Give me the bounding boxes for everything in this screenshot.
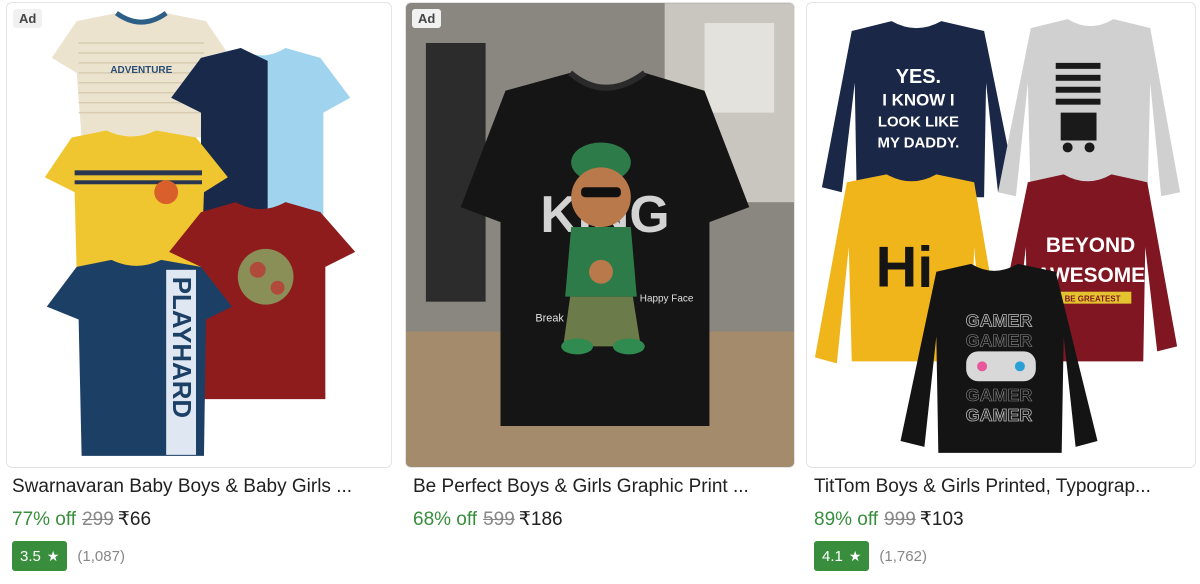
black-tshirt-image: KING Break Happy Face bbox=[406, 3, 794, 467]
beyond-print: BEYOND bbox=[1046, 234, 1135, 257]
star-icon: ★ bbox=[46, 548, 60, 564]
fullsleeve-set-image: YES. I KNOW I LOOK LIKE MY DADDY. Hi BEY… bbox=[814, 19, 1181, 453]
yes-print: YES. bbox=[896, 66, 941, 88]
sale-price: ₹66 bbox=[117, 509, 152, 530]
be-greatest-print: BE GREATEST bbox=[1065, 295, 1121, 304]
product-title[interactable]: Be Perfect Boys & Girls Graphic Print ..… bbox=[413, 476, 785, 498]
product-image[interactable]: Ad KING bbox=[405, 2, 795, 468]
rating-row: 3.5 ★ (1,087) bbox=[12, 541, 125, 571]
rating-count: (1,087) bbox=[77, 547, 125, 565]
ad-badge: Ad bbox=[13, 9, 43, 28]
gamer-print: GAMER bbox=[966, 311, 1033, 331]
ad-badge: Ad bbox=[412, 9, 442, 28]
product-card[interactable]: Ad ADVENTURE PLAYHARD Swarnavaran Baby B… bbox=[0, 0, 396, 584]
rating-value: 3.5 bbox=[20, 547, 41, 565]
rating-badge: 4.1 ★ bbox=[814, 541, 870, 571]
hi-print: Hi bbox=[876, 236, 934, 300]
look-like-print: LOOK LIKE bbox=[878, 114, 959, 131]
product-card[interactable]: Ad KING bbox=[402, 0, 798, 584]
original-price: 299 bbox=[82, 509, 114, 530]
product-image[interactable]: YES. I KNOW I LOOK LIKE MY DADDY. Hi BEY… bbox=[806, 2, 1196, 468]
product-title[interactable]: Swarnavaran Baby Boys & Baby Girls ... bbox=[12, 476, 384, 498]
star-icon: ★ bbox=[848, 548, 862, 564]
navy-fullsleeve-tshirt: YES. I KNOW I LOOK LIKE MY DADDY. bbox=[821, 21, 1016, 198]
product-card[interactable]: YES. I KNOW I LOOK LIKE MY DADDY. Hi BEY… bbox=[804, 0, 1200, 584]
original-price: 999 bbox=[884, 509, 916, 530]
rating-value: 4.1 bbox=[822, 547, 843, 565]
product-image[interactable]: Ad ADVENTURE PLAYHARD bbox=[6, 2, 392, 468]
i-know-print: I KNOW I bbox=[882, 91, 954, 110]
navy-tshirt: PLAYHARD bbox=[46, 259, 232, 456]
sale-price: ₹186 bbox=[518, 509, 563, 530]
rating-count: (1,762) bbox=[879, 547, 927, 565]
discount-label: 68% off bbox=[413, 509, 478, 530]
discount-label: 77% off bbox=[12, 509, 77, 530]
discount-label: 89% off bbox=[814, 509, 879, 530]
break-print: Break bbox=[535, 313, 564, 325]
price-row: 68% off 599 ₹186 bbox=[413, 508, 563, 531]
gamer-print-repeat: GAMER bbox=[966, 330, 1033, 350]
product-title[interactable]: TitTom Boys & Girls Printed, Typograp... bbox=[814, 476, 1186, 498]
price-row: 77% off 299 ₹66 bbox=[12, 508, 151, 531]
product-grid: Ad ADVENTURE PLAYHARD Swarnavaran Baby B… bbox=[0, 0, 1200, 584]
gamer-print-repeat: GAMER bbox=[966, 385, 1033, 405]
tshirt-set-image: ADVENTURE PLAYHARD bbox=[44, 11, 356, 456]
price-row: 89% off 999 ₹103 bbox=[814, 508, 964, 531]
grey-fullsleeve-tshirt bbox=[998, 19, 1181, 208]
happy-face-print: Happy Face bbox=[640, 294, 694, 305]
playhard-print: PLAYHARD bbox=[167, 277, 195, 418]
my-daddy-print: MY DADDY. bbox=[878, 134, 960, 151]
gamer-print-repeat: GAMER bbox=[966, 405, 1033, 425]
adventure-print: ADVENTURE bbox=[110, 65, 172, 76]
sale-price: ₹103 bbox=[919, 509, 964, 530]
original-price: 599 bbox=[483, 509, 515, 530]
rating-badge: 3.5 ★ bbox=[12, 541, 68, 571]
rating-row: 4.1 ★ (1,762) bbox=[814, 541, 927, 571]
